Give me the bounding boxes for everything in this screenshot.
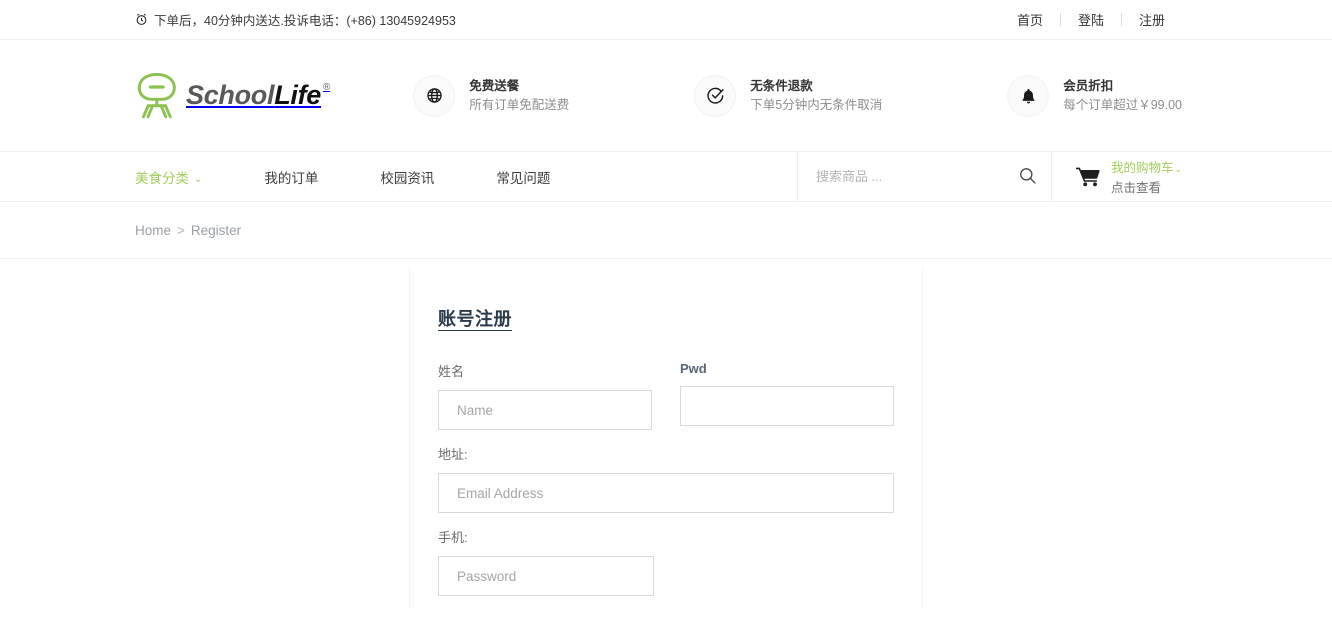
field-name: 姓名 [438,361,652,430]
nav-item-campus-news[interactable]: 校园资讯 [380,167,462,187]
feature-title: 无条件退款 [750,79,813,94]
address-input[interactable] [438,473,894,513]
delivery-notice: 下单后，40分钟内送达.投诉电话：(+86) 13045924953 [135,10,456,29]
field-spacer [438,519,894,527]
alarm-clock-icon [135,13,148,26]
field-name-label: 姓名 [438,364,465,379]
field-spacer [438,436,894,444]
field-address: 地址: [438,444,894,513]
field-phone: 手机: [438,527,654,596]
field-pwd: Pwd [680,361,894,430]
nav-item-label: 美食分类 [135,170,189,186]
nav-item-faq[interactable]: 常见问题 [496,167,578,187]
search-box [796,151,1051,202]
top-utility-bar: 下单后，40分钟内送达.投诉电话：(+86) 13045924953 首页 登陆… [0,0,1332,40]
feature-text: 免费送餐 所有订单免配送费 [469,77,569,113]
globe-icon [413,74,456,117]
search-button[interactable] [1012,166,1051,188]
field-phone-label: 手机: [438,530,468,545]
pwd-input[interactable] [680,386,894,426]
nav-item-food-categories[interactable]: 美食分类 ⌄ [135,167,230,187]
cart-title-label: 我的购物车 [1110,160,1174,175]
register-form-panel: 账号注册 姓名 Pwd 地址: 手机: [409,267,923,607]
page-title: 账号注册 [438,309,512,329]
site-header: School Life ® 免费送餐 所有订单免配送费 无条件退款 下单5分钟内… [0,40,1332,152]
breadcrumb: Home > Register [135,223,241,238]
breadcrumb-bar: Home > Register [0,202,1332,259]
topbar-link-register[interactable]: 注册 [1122,10,1182,29]
name-input[interactable] [438,390,652,430]
search-input[interactable] [815,169,1012,184]
bell-icon [1007,74,1050,117]
feature-member-discount: 会员折扣 每个订单超过￥99.00 [1007,74,1182,117]
check-circle-icon [694,74,737,117]
header-features: 免费送餐 所有订单免配送费 无条件退款 下单5分钟内无条件取消 会员折扣 每个订… [379,74,1182,117]
feature-title: 会员折扣 [1063,79,1114,94]
breadcrumb-separator: > [177,222,185,238]
logo-registered-mark: ® [323,82,331,93]
page-content: 账号注册 姓名 Pwd 地址: 手机: [0,259,1332,607]
cart-subtitle: 点击查看 [1110,181,1161,196]
breadcrumb-home[interactable]: Home [135,223,171,238]
form-row-name-pwd: 姓名 Pwd [438,361,894,436]
nav-item-my-orders[interactable]: 我的订单 [264,167,346,187]
topbar-links: 首页 登陆 注册 [1000,10,1182,29]
field-pwd-label: Pwd [680,361,707,376]
nav-links: 美食分类 ⌄ 我的订单 校园资讯 常见问题 [135,167,578,187]
logo-school-text: School [186,80,275,110]
search-icon [1018,166,1037,188]
feature-subtitle: 每个订单超过￥99.00 [1063,97,1182,112]
topbar-link-home[interactable]: 首页 [1000,10,1060,29]
topbar-link-login[interactable]: 登陆 [1061,10,1121,29]
feature-subtitle: 所有订单免配送费 [469,97,570,112]
phone-input[interactable] [438,556,654,596]
cart-text: 我的购物车⌄ 点击查看 [1111,156,1182,197]
feature-title: 免费送餐 [469,79,520,94]
delivery-notice-text: 下单后，40分钟内送达.投诉电话：(+86) 13045924953 [154,14,456,28]
site-logo[interactable]: School Life ® [135,72,379,119]
main-navigation: 美食分类 ⌄ 我的订单 校园资讯 常见问题 搜索商品 ... 我的购物车⌄ 点击… [0,151,1332,202]
chevron-down-icon: ⌄ [1174,163,1182,174]
shopping-cart-icon [1075,166,1100,187]
feature-refund: 无条件退款 下单5分钟内无条件取消 [694,74,882,117]
logo-life-text: Life [274,80,322,110]
feature-free-delivery: 免费送餐 所有订单免配送费 [413,74,569,117]
feature-text: 无条件退款 下单5分钟内无条件取消 [750,77,882,113]
cart-title: 我的购物车⌄ [1111,161,1182,175]
cart-widget[interactable]: 我的购物车⌄ 点击查看 [1050,151,1182,202]
logo-wordmark: School Life ® [186,82,330,109]
nav-right-tools: 我的购物车⌄ 点击查看 [796,151,1182,202]
feature-subtitle: 下单5分钟内无条件取消 [750,97,883,112]
feature-text: 会员折扣 每个订单超过￥99.00 [1063,77,1182,113]
breadcrumb-current: Register [190,222,242,238]
chevron-down-icon: ⌄ [194,173,203,185]
chair-logo-icon [135,72,179,119]
field-address-label: 地址: [438,447,468,462]
